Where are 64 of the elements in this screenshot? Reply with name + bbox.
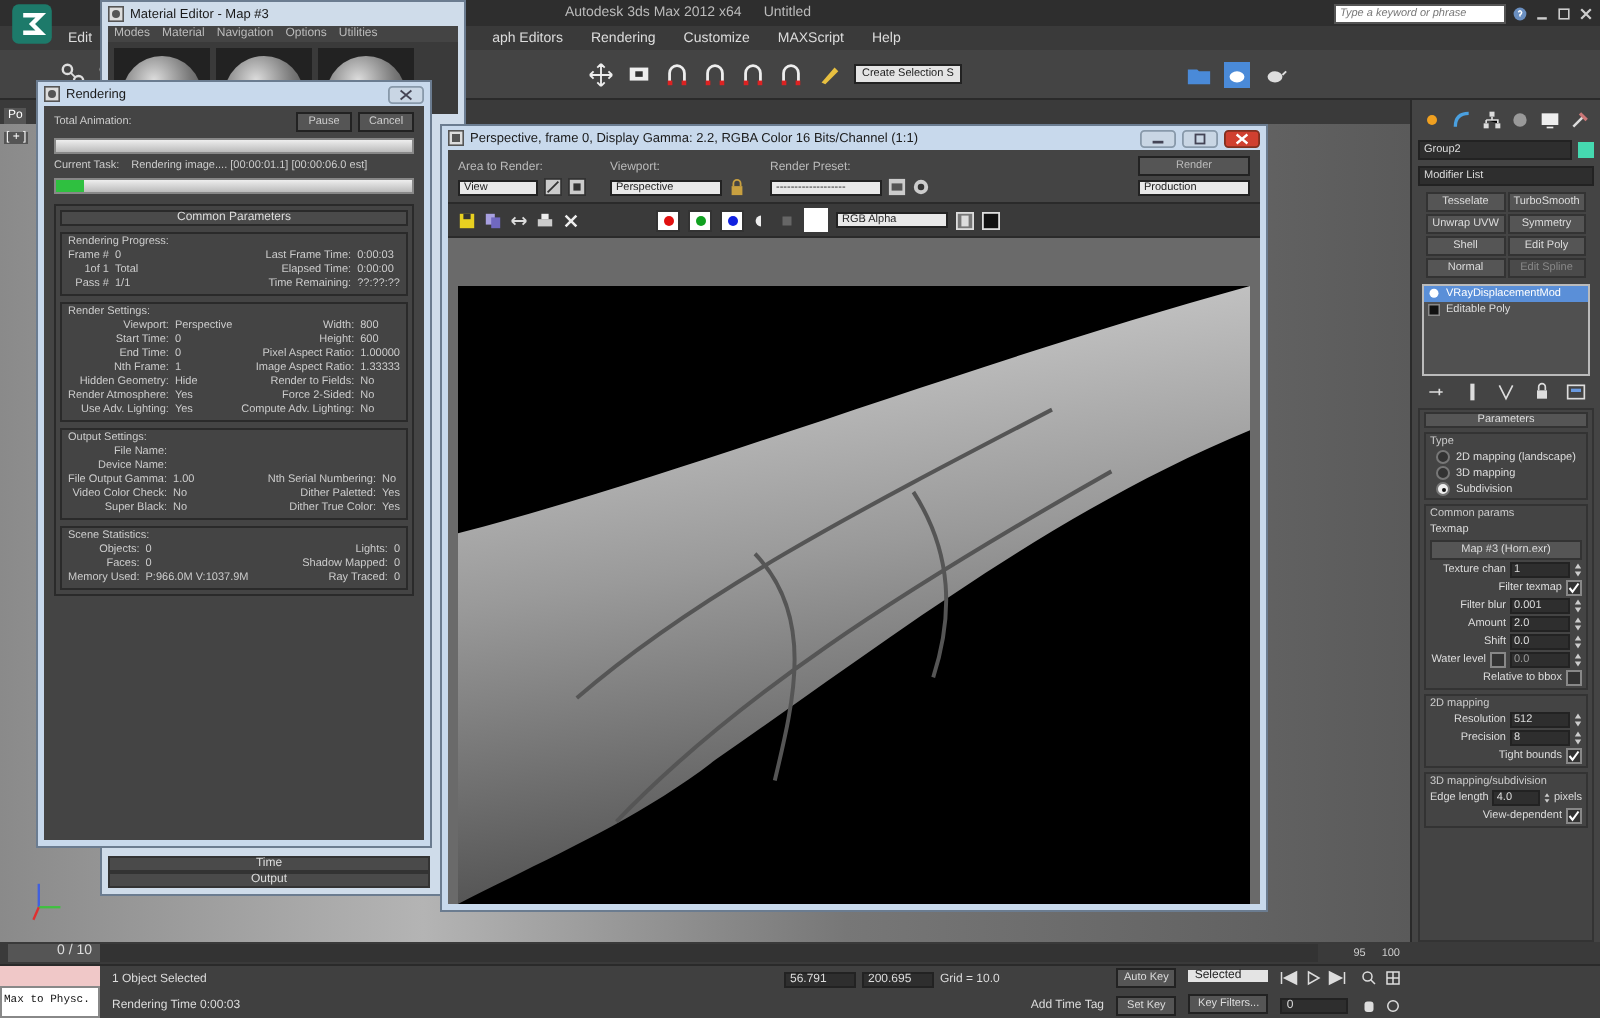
clear-icon[interactable] xyxy=(562,211,580,229)
window-icon xyxy=(448,130,464,146)
object-color-swatch[interactable] xyxy=(1578,142,1594,158)
help-icon[interactable] xyxy=(1512,5,1529,21)
gear-icon[interactable] xyxy=(912,178,930,196)
script-listener-field[interactable] xyxy=(0,966,100,986)
channel-toggle[interactable] xyxy=(688,209,712,231)
axis-gizmo-icon xyxy=(28,878,64,922)
save-icon[interactable] xyxy=(458,211,476,229)
radio-button[interactable] xyxy=(1436,466,1450,480)
channel-toggle[interactable] xyxy=(656,209,680,231)
next-key-icon[interactable] xyxy=(1328,970,1347,987)
lock-icon[interactable] xyxy=(728,178,746,196)
magnet-icon[interactable] xyxy=(702,61,728,87)
minimize-icon[interactable] xyxy=(1140,129,1176,147)
clone-icon[interactable] xyxy=(510,211,528,229)
square-icon xyxy=(1428,304,1440,316)
window-icon xyxy=(108,6,124,22)
radio-button[interactable] xyxy=(1436,450,1450,464)
configure-icon[interactable] xyxy=(1566,382,1586,402)
checkbox[interactable] xyxy=(1566,808,1582,824)
close-icon[interactable] xyxy=(1224,129,1260,147)
zoom-icon[interactable] xyxy=(1360,970,1379,987)
spinner-arrows-icon[interactable] xyxy=(1574,712,1582,728)
spinner-arrows-icon[interactable] xyxy=(1574,652,1582,668)
checkbox[interactable] xyxy=(1490,652,1506,668)
render-setup-icon[interactable] xyxy=(888,178,906,196)
copy-icon[interactable] xyxy=(484,211,502,229)
spinner-arrows-icon[interactable] xyxy=(1574,598,1582,614)
hammer-icon[interactable] xyxy=(1569,110,1590,130)
grid-icon[interactable] xyxy=(1384,970,1403,987)
edit-region-icon[interactable] xyxy=(544,178,562,196)
frame-icon[interactable] xyxy=(956,211,974,229)
lock-icon[interactable] xyxy=(1531,382,1551,402)
magnet-icon[interactable] xyxy=(778,61,804,87)
maximize-icon[interactable] xyxy=(1182,129,1218,147)
checkbox[interactable] xyxy=(1566,748,1582,764)
bulb-icon[interactable] xyxy=(1428,288,1440,300)
magnet-icon[interactable] xyxy=(664,61,690,87)
spinner-arrows-icon[interactable] xyxy=(1543,790,1550,806)
checkbox[interactable] xyxy=(1566,670,1582,686)
magnet-icon[interactable] xyxy=(740,61,766,87)
checkbox[interactable] xyxy=(1566,580,1582,596)
spinner-arrows-icon[interactable] xyxy=(1574,634,1582,650)
close-icon[interactable] xyxy=(388,85,424,103)
spinner-arrows-icon[interactable] xyxy=(1574,562,1582,578)
print-icon[interactable] xyxy=(536,211,554,229)
region-icon[interactable] xyxy=(568,178,586,196)
display-icon[interactable] xyxy=(982,211,1000,229)
circle-icon[interactable] xyxy=(1510,110,1531,130)
previous-key-icon[interactable] xyxy=(1280,970,1299,987)
spinner-arrows-icon[interactable] xyxy=(1574,730,1582,746)
sun-icon[interactable] xyxy=(1422,110,1442,130)
play-icon[interactable] xyxy=(1304,970,1323,987)
maximize-icon[interactable] xyxy=(1556,5,1573,21)
color-swatch[interactable] xyxy=(804,208,828,232)
hierarchy-icon[interactable] xyxy=(1481,110,1502,130)
move-icon[interactable] xyxy=(588,61,614,87)
channel-toggle[interactable] xyxy=(720,209,744,231)
window-icon xyxy=(44,86,60,102)
curve-icon[interactable] xyxy=(1451,110,1472,130)
app-logo-icon[interactable] xyxy=(6,2,58,46)
radio-button[interactable] xyxy=(1436,482,1450,496)
spinner-arrows-icon[interactable] xyxy=(1574,616,1582,632)
